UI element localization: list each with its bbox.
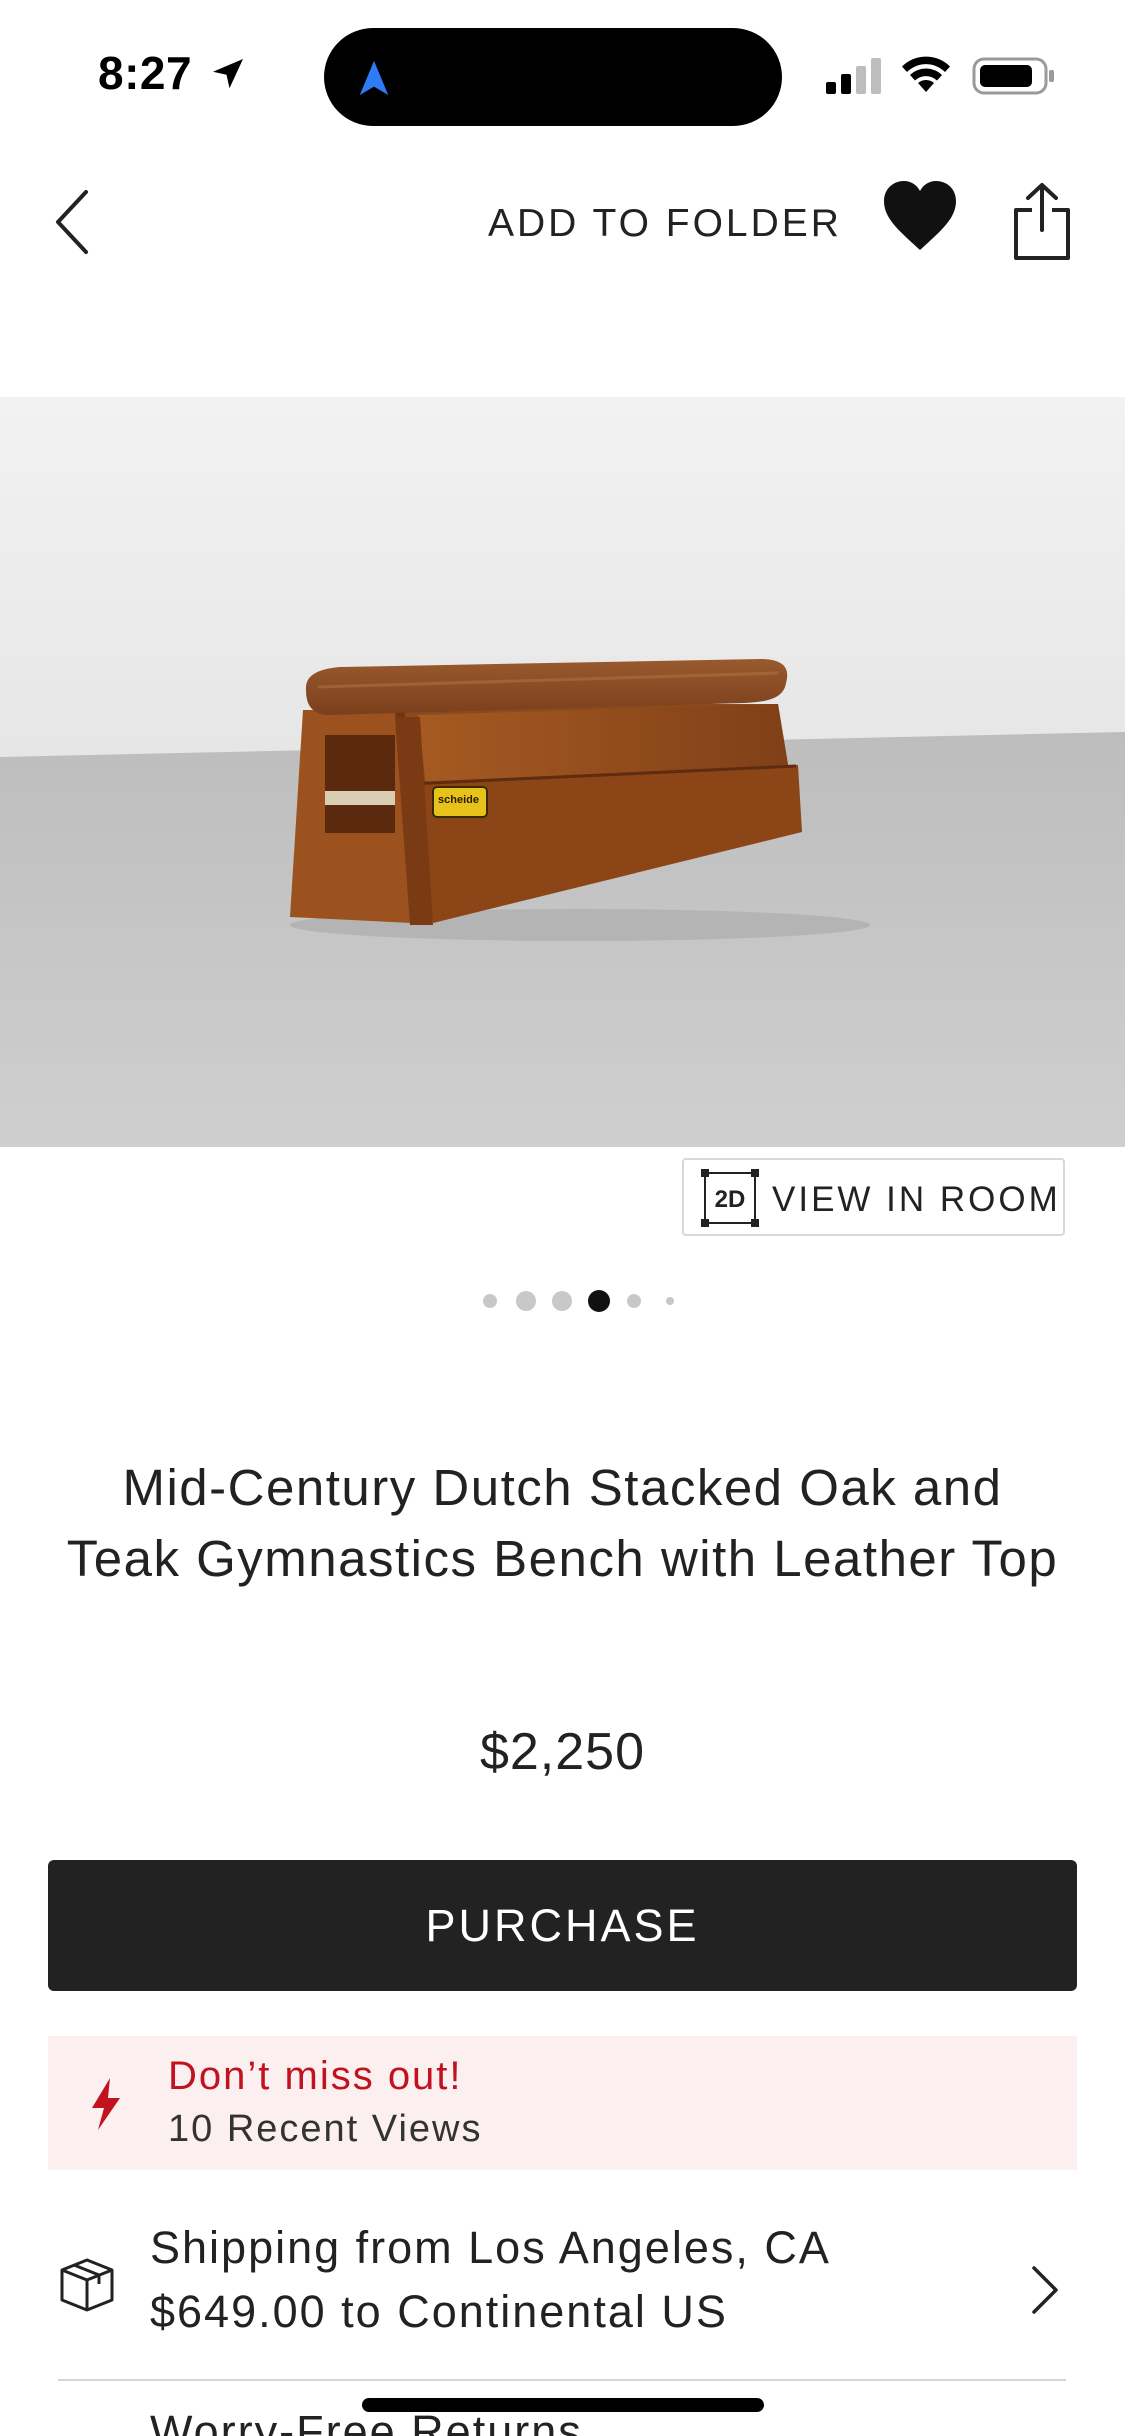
cellular-signal-icon (826, 58, 881, 94)
pagination-dot[interactable] (666, 1297, 674, 1305)
2d-icon-text: 2D (715, 1186, 746, 1213)
dynamic-island (324, 28, 782, 126)
pagination-dot[interactable] (627, 1294, 641, 1308)
product-photo: scheide (0, 397, 1125, 1147)
2d-view-icon: 2D (701, 1169, 759, 1227)
view-in-room-button[interactable]: 2D VIEW IN ROOM (682, 1158, 1065, 1236)
alert-title: Don’t miss out! (168, 2054, 463, 2098)
pagination-dot[interactable] (483, 1294, 497, 1308)
status-time: 8:27 (98, 47, 193, 99)
navigation-arrow-icon (359, 60, 389, 96)
shipping-cost: $649.00 to Continental US (150, 2286, 728, 2337)
top-nav: ADD TO FOLDER (0, 160, 1125, 280)
section-divider (58, 2379, 1066, 2381)
shipping-origin: Shipping from Los Angeles, CA (150, 2222, 831, 2273)
add-to-folder-button[interactable]: ADD TO FOLDER (488, 202, 842, 246)
product-price: $2,250 (479, 1723, 646, 1781)
wifi-icon (902, 56, 950, 92)
image-pagination-dots[interactable] (0, 1288, 1125, 1312)
chevron-right-icon[interactable] (1026, 2262, 1062, 2318)
heart-favorite-icon[interactable] (880, 178, 960, 254)
home-indicator[interactable] (362, 2398, 764, 2412)
dont-miss-out-banner: Don’t miss out! 10 Recent Views (48, 2036, 1077, 2170)
product-title: Mid-Century Dutch Stacked Oak and Teak G… (66, 1459, 1059, 1587)
recent-views-count: 10 Recent Views (168, 2108, 483, 2150)
purchase-button[interactable]: PURCHASE (48, 1860, 1077, 1991)
location-arrow-icon (213, 59, 243, 89)
pagination-dot-active[interactable] (588, 1290, 610, 1312)
pagination-dot[interactable] (516, 1291, 536, 1311)
pagination-dot[interactable] (552, 1291, 572, 1311)
shipping-row[interactable]: Shipping from Los Angeles, CA $649.00 to… (58, 2210, 1066, 2380)
view-in-room-label: VIEW IN ROOM (772, 1180, 1061, 1219)
product-image[interactable]: scheide (0, 397, 1125, 1147)
back-chevron-icon[interactable] (44, 182, 104, 262)
battery-icon (972, 57, 1054, 95)
package-box-icon (60, 2258, 114, 2312)
lightning-bolt-icon (92, 2078, 120, 2130)
status-bar: 8:27 (0, 0, 1125, 150)
bench-label-text: scheide (438, 794, 479, 806)
share-icon[interactable] (1010, 180, 1074, 264)
